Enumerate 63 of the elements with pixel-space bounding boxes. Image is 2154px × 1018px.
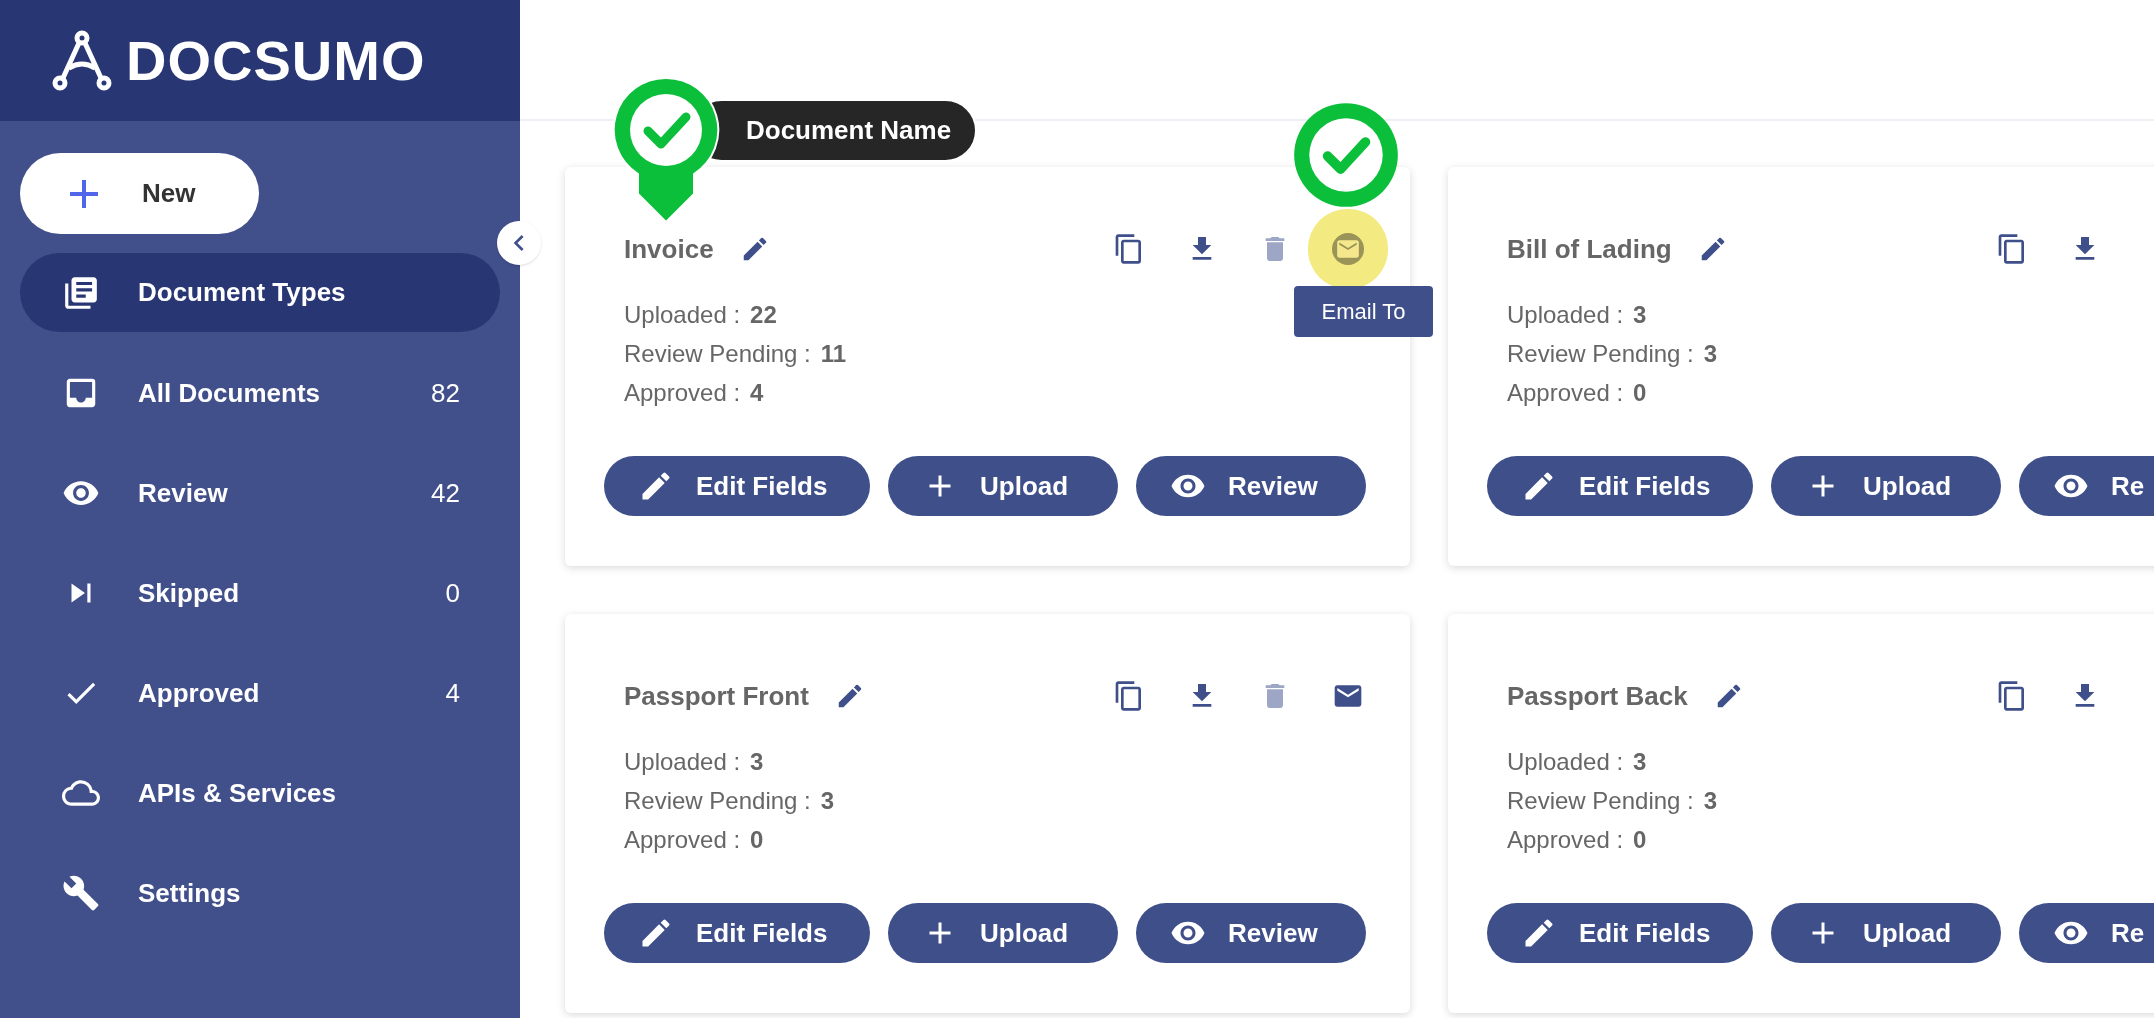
stat-label: Uploaded : xyxy=(624,300,741,330)
stat-value: 4 xyxy=(750,378,764,408)
action-button[interactable]: Edit Fields xyxy=(1487,903,1753,963)
wrench-icon xyxy=(62,874,100,912)
stat-value: 11 xyxy=(820,339,847,369)
card-title: Invoice xyxy=(624,232,714,266)
action-button[interactable]: Review xyxy=(1136,903,1366,963)
nav-item[interactable]: Document Types xyxy=(20,253,500,332)
stat-value: 0 xyxy=(1633,825,1647,855)
logo-text: DOCSUMO xyxy=(126,27,426,94)
card-title: Bill of Lading xyxy=(1507,232,1672,266)
nav-count: 82 xyxy=(431,376,460,410)
nav-count: 4 xyxy=(445,676,460,710)
action-button[interactable]: Re xyxy=(2019,456,2154,516)
stat-label: Uploaded : xyxy=(1507,300,1624,330)
nav-label: Approved xyxy=(138,676,260,710)
nav-item[interactable]: Settings xyxy=(20,843,500,943)
nav-count: 0 xyxy=(445,576,460,610)
stat-value: 22 xyxy=(750,300,777,330)
nav-count: 42 xyxy=(431,476,460,510)
nav-label: All Documents xyxy=(138,376,321,410)
nav-label: Settings xyxy=(138,876,241,910)
card-title: Passport Front xyxy=(624,679,809,713)
nav-label: Document Types xyxy=(138,276,346,309)
stat-label: Approved : xyxy=(1507,378,1624,408)
stat-value: 3 xyxy=(1703,786,1718,816)
stat-label: Uploaded : xyxy=(1507,747,1624,777)
stat-value: 3 xyxy=(1633,747,1647,777)
action-button[interactable]: Edit Fields xyxy=(604,903,870,963)
nav-item[interactable]: Skipped 0 xyxy=(20,543,500,643)
nav-item[interactable]: Approved 4 xyxy=(20,643,500,743)
stat-label: Review Pending : xyxy=(624,786,811,816)
nav-item[interactable]: APIs & Services xyxy=(20,743,500,843)
nav-label: APIs & Services xyxy=(138,776,336,810)
action-button[interactable]: Edit Fields xyxy=(604,456,870,516)
stat-label: Review Pending : xyxy=(1507,786,1694,816)
stat-value: 3 xyxy=(820,786,835,816)
stat-value: 0 xyxy=(1633,378,1647,408)
nav-item[interactable]: All Documents 82 xyxy=(20,343,500,443)
stat-label: Approved : xyxy=(1507,825,1624,855)
stat-label: Review Pending : xyxy=(1507,339,1694,369)
nav-label: Review xyxy=(138,476,228,510)
action-button[interactable]: Upload xyxy=(888,903,1118,963)
action-button[interactable]: Review xyxy=(1136,456,1366,516)
stat-label: Review Pending : xyxy=(624,339,811,369)
action-button[interactable]: Upload xyxy=(1771,903,2001,963)
stat-value: 3 xyxy=(750,747,764,777)
nav-label: Skipped xyxy=(138,576,240,610)
stat-value: 3 xyxy=(1633,300,1647,330)
card-title: Passport Back xyxy=(1507,679,1688,713)
action-button[interactable]: Upload xyxy=(888,456,1118,516)
action-button[interactable]: Edit Fields xyxy=(1487,456,1753,516)
action-button[interactable]: Re xyxy=(2019,903,2154,963)
stat-label: Uploaded : xyxy=(624,747,741,777)
logo-icon xyxy=(52,29,112,92)
new-button[interactable]: New xyxy=(20,153,259,234)
stat-label: Approved : xyxy=(624,378,741,408)
stat-value: 0 xyxy=(750,825,764,855)
stat-value: 3 xyxy=(1703,339,1718,369)
tooltip: Email To xyxy=(1294,286,1433,337)
stat-label: Approved : xyxy=(624,825,741,855)
action-button[interactable]: Upload xyxy=(1771,456,2001,516)
nav-item[interactable]: Review 42 xyxy=(20,443,500,543)
